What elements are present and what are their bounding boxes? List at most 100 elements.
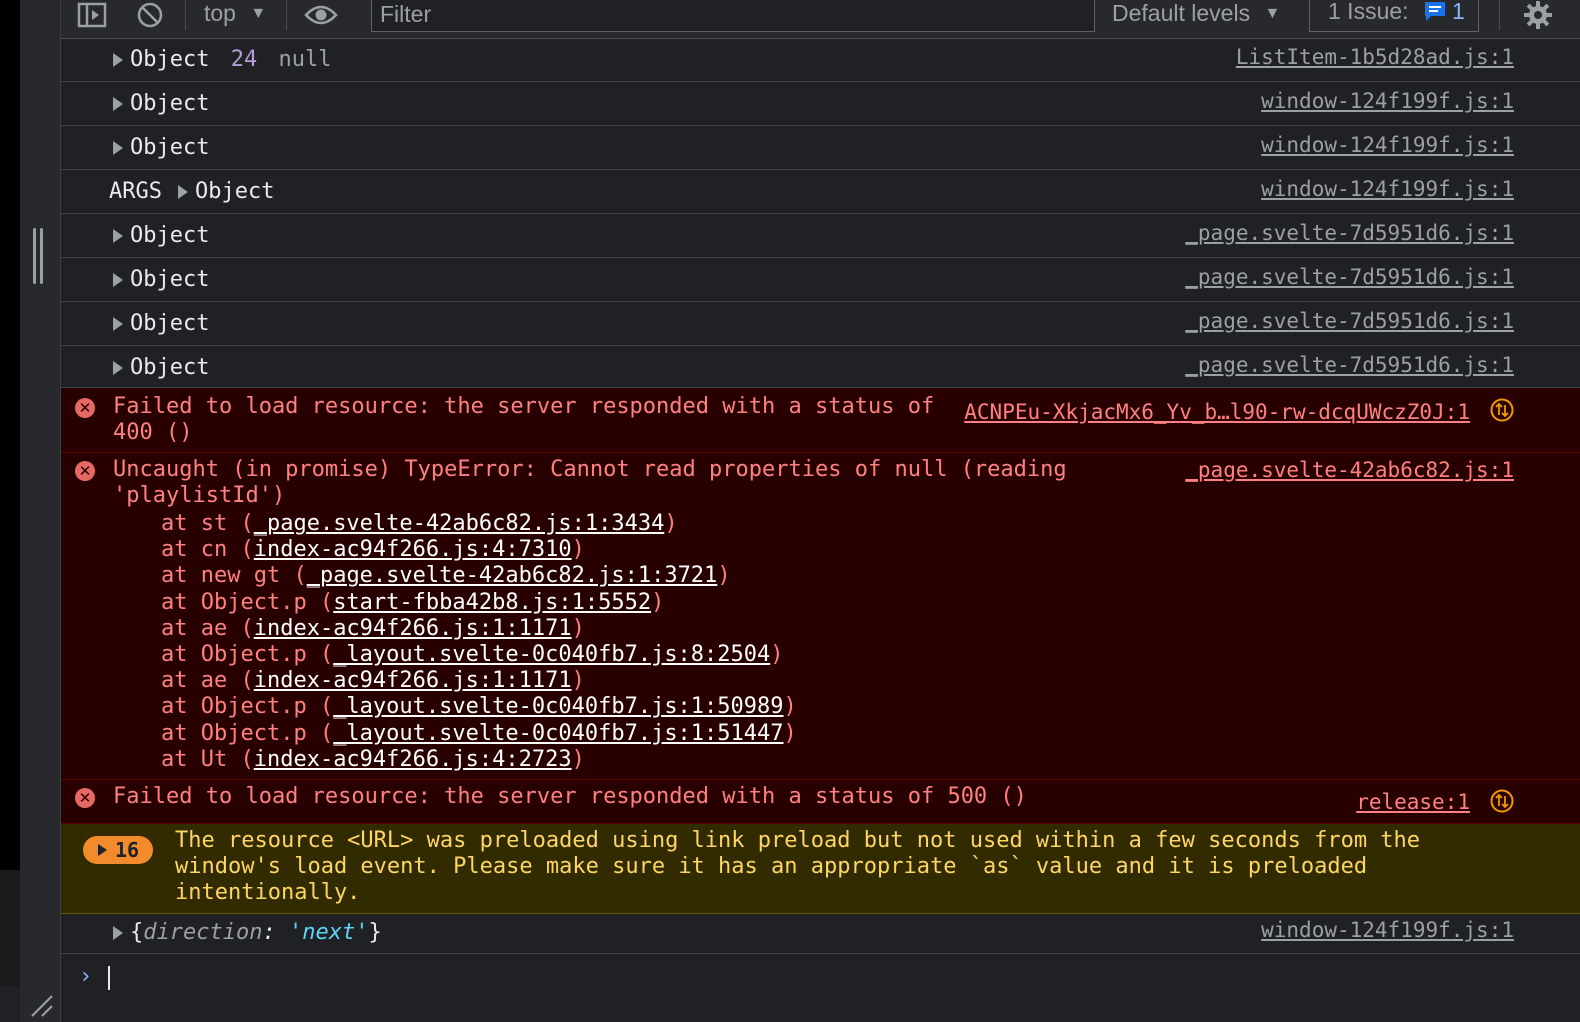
network-request-icon[interactable]: [1490, 398, 1514, 422]
stack-frame-function: at Object.p (: [161, 642, 334, 667]
source-link[interactable]: _page.svelte-7d5951d6.js:1: [1185, 353, 1514, 377]
stack-frame-link[interactable]: start-fbba42b8.js:1:5552: [333, 590, 651, 615]
expand-triangle-icon: [113, 53, 123, 67]
stack-frame: at ae (index-ac94f266.js:1:1171): [161, 668, 585, 693]
issues-button[interactable]: 1 Issue: 1: [1309, 0, 1479, 32]
expand-triangle-icon: [113, 141, 123, 155]
error-message: Uncaught (in promise) TypeError: Cannot …: [113, 457, 1067, 509]
source-link[interactable]: _page.svelte-7d5951d6.js:1: [1185, 221, 1514, 245]
source-link[interactable]: release:1: [1356, 790, 1470, 814]
stack-frame: at Ut (index-ac94f266.js:4:2723): [161, 747, 585, 772]
object-expander[interactable]: Object: [177, 179, 274, 204]
source-link[interactable]: _page.svelte-42ab6c82.js:1: [1185, 458, 1514, 482]
repeat-count-badge[interactable]: 16: [83, 836, 153, 864]
stack-frame-link[interactable]: _layout.svelte-0c040fb7.js:1:50989: [333, 694, 783, 719]
error-row: ✕ Failed to load resource: the server re…: [61, 780, 1580, 824]
log-row: Object 24 null ListItem-1b5d28ad.js:1: [61, 39, 1580, 82]
source-link[interactable]: _page.svelte-7d5951d6.js:1: [1185, 265, 1514, 289]
message-icon: [1425, 2, 1445, 21]
source-link[interactable]: window-124f199f.js:1: [1261, 918, 1514, 942]
log-message: ARGS Object: [109, 179, 274, 204]
log-null: null: [278, 47, 332, 72]
stack-frame: at Object.p (start-fbba42b8.js:1:5552): [161, 590, 664, 615]
stack-frame-paren: ): [717, 563, 731, 589]
object-expander[interactable]: Object: [113, 355, 209, 380]
object-value: 'next': [288, 920, 369, 945]
source-link[interactable]: ACNPEu-XkjacMx6_Yv_b…l90-rw-dcqUWczZ0J:1: [964, 400, 1470, 424]
eye-icon[interactable]: [303, 0, 339, 30]
warning-message: The resource <URL> was preloaded using l…: [175, 828, 1420, 906]
filter-input[interactable]: [371, 0, 1095, 32]
resize-corner-icon[interactable]: [28, 992, 54, 1018]
stack-frame-link[interactable]: index-ac94f266.js:1:1171: [254, 668, 572, 693]
stack-frame-paren: ): [770, 642, 784, 667]
stack-frame: at Object.p (_layout.svelte-0c040fb7.js:…: [161, 694, 797, 719]
error-icon: ✕: [75, 398, 95, 418]
issues-count: 1: [1452, 0, 1465, 24]
stack-frame-paren: ): [571, 615, 585, 641]
log-levels-dropdown[interactable]: Default levels ▼: [1112, 0, 1280, 30]
expand-triangle-icon: [177, 185, 188, 199]
source-link[interactable]: window-124f199f.js:1: [1261, 177, 1514, 201]
stack-frame-function: at new gt (: [161, 563, 307, 589]
sidebar-toggle-icon[interactable]: [75, 0, 109, 30]
stack-frame-paren: ): [783, 694, 797, 720]
log-row: Object _page.svelte-7d5951d6.js:1: [61, 346, 1580, 388]
warning-text-line: window's load event. Please make sure it…: [175, 854, 1368, 879]
error-icon: ✕: [75, 788, 95, 808]
expand-triangle-icon: [113, 317, 123, 331]
console-prompt[interactable]: ›: [61, 954, 1580, 1022]
source-link[interactable]: ListItem-1b5d28ad.js:1: [1236, 45, 1514, 69]
clear-console-icon[interactable]: [135, 0, 165, 30]
stack-frame-link[interactable]: _page.svelte-42ab6c82.js:1:3721: [307, 563, 718, 588]
expand-triangle-icon: [113, 361, 123, 375]
object-key: direction: [143, 920, 263, 945]
object-colon: :: [262, 920, 289, 945]
stack-frame: at st (_page.svelte-42ab6c82.js:1:3434): [161, 511, 678, 536]
object-expander[interactable]: Object: [113, 91, 209, 116]
error-text-line: Uncaught (in promise) TypeError: Cannot …: [113, 457, 1067, 482]
network-request-icon[interactable]: [1490, 789, 1514, 813]
devtools-gutter: [20, 0, 61, 1022]
drag-handle[interactable]: [33, 228, 45, 284]
source-link[interactable]: window-124f199f.js:1: [1261, 133, 1514, 157]
object-expander[interactable]: Object 24 null: [113, 47, 331, 72]
stack-frame-function: at Object.p (: [161, 694, 334, 720]
stack-frame: at Object.p (_layout.svelte-0c040fb7.js:…: [161, 721, 797, 746]
error-row: ✕ Uncaught (in promise) TypeError: Canno…: [61, 453, 1580, 780]
log-row: ARGS Object window-124f199f.js:1: [61, 170, 1580, 214]
object-expander[interactable]: Object: [113, 223, 209, 248]
stack-frame-link[interactable]: index-ac94f266.js:1:1171: [254, 616, 572, 641]
stack-frame-link[interactable]: index-ac94f266.js:4:7310: [254, 537, 572, 562]
expand-triangle-icon: [113, 229, 123, 243]
stack-frame-link[interactable]: index-ac94f266.js:4:2723: [254, 747, 572, 772]
stack-frame-function: at ae (: [161, 615, 254, 641]
log-object-label: Object: [130, 223, 210, 248]
log-prefix: ARGS: [109, 179, 162, 204]
log-row: {direction: 'next'} window-124f199f.js:1: [61, 914, 1580, 954]
expand-triangle-icon: [113, 926, 123, 940]
stack-frame-link[interactable]: _page.svelte-42ab6c82.js:1:3434: [254, 511, 665, 536]
log-object-label: Object: [130, 47, 210, 72]
chevron-down-icon: ▼: [250, 5, 267, 22]
stack-frame-link[interactable]: _layout.svelte-0c040fb7.js:8:2504: [333, 642, 770, 667]
settings-gear-icon[interactable]: [1521, 0, 1555, 30]
source-link[interactable]: window-124f199f.js:1: [1261, 89, 1514, 113]
log-object-label: Object: [130, 355, 210, 380]
toolbar-separator: [286, 0, 287, 30]
log-object-label: Object: [130, 267, 210, 292]
source-link[interactable]: _page.svelte-7d5951d6.js:1: [1185, 309, 1514, 333]
log-row: Object _page.svelte-7d5951d6.js:1: [61, 302, 1580, 346]
object-expander[interactable]: Object: [113, 311, 209, 336]
warning-row: 16 The resource <URL> was preloaded usin…: [61, 824, 1580, 914]
stack-frame-function: at ae (: [161, 668, 254, 694]
repeat-count: 16: [115, 838, 140, 862]
object-expander[interactable]: {direction: 'next'}: [113, 920, 382, 945]
error-text-line: Failed to load resource: the server resp…: [113, 394, 935, 419]
object-expander[interactable]: Object: [113, 135, 209, 160]
context-label: top: [204, 0, 236, 26]
object-expander[interactable]: Object: [113, 267, 209, 292]
text-cursor: [108, 966, 110, 990]
stack-frame-link[interactable]: _layout.svelte-0c040fb7.js:1:51447: [333, 721, 783, 746]
context-selector[interactable]: top ▼: [204, 0, 266, 30]
